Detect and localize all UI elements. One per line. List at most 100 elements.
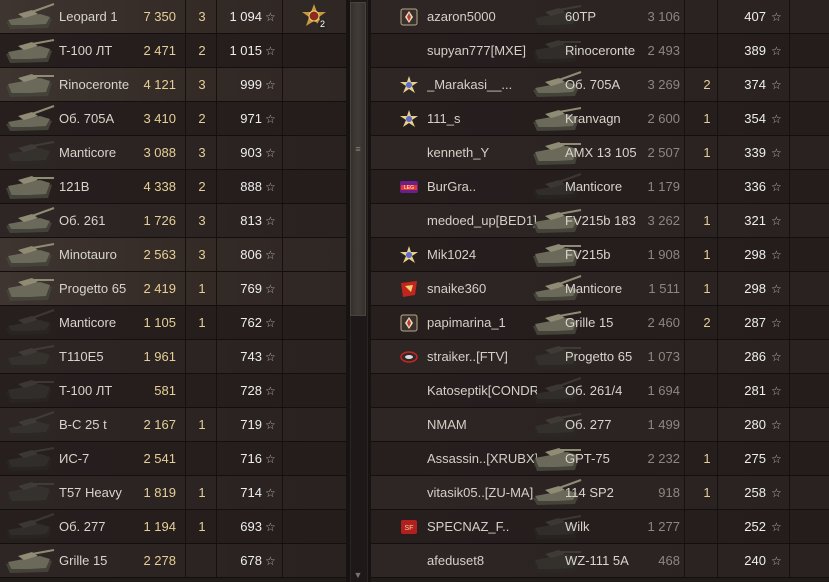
score-value: 287 xyxy=(744,315,766,330)
left-player-row[interactable]: 121B 4 338 2 888 ☆ xyxy=(0,170,346,204)
scroll-thumb[interactable] xyxy=(350,2,366,316)
column-divider xyxy=(282,34,283,67)
battles-count: 2 232 xyxy=(647,451,680,466)
battles-count: 3 262 xyxy=(647,213,680,228)
right-player-row[interactable]: medoed_up[BED1] FV215b 183 3 262 1 321 ☆ xyxy=(371,204,829,238)
tank-name: Об. 261/4 xyxy=(565,383,623,398)
tank-name: Wilk xyxy=(565,519,590,534)
tank-name: Progetto 65 xyxy=(565,349,633,364)
column-divider xyxy=(282,408,283,441)
star-icon: ☆ xyxy=(771,248,782,262)
score-value: 298 xyxy=(744,247,766,262)
tank-name: AMX 13 105 xyxy=(565,145,637,160)
right-player-row[interactable]: Mik1024 FV215b 1 908 1 298 ☆ xyxy=(371,238,829,272)
column-divider xyxy=(216,272,217,305)
battles-count: 2 278 xyxy=(143,553,176,568)
column-divider xyxy=(789,374,790,407)
right-player-row[interactable]: snaike360 Manticore 1 511 1 298 ☆ xyxy=(371,272,829,306)
right-player-row[interactable]: kenneth_Y AMX 13 105 2 507 1 339 ☆ xyxy=(371,136,829,170)
column-divider xyxy=(717,0,718,33)
player-name: BurGra.. xyxy=(427,179,477,194)
star-icon: ☆ xyxy=(265,44,276,58)
right-player-row[interactable]: SF SPECNAZ_F.. Wilk 1 277 252 ☆ xyxy=(371,510,829,544)
column-divider xyxy=(216,340,217,373)
column-divider xyxy=(717,68,718,101)
column-divider xyxy=(717,476,718,509)
left-player-row[interactable]: Об. 277 1 194 1 693 ☆ xyxy=(0,510,346,544)
column-divider xyxy=(282,204,283,237)
scroll-grip-icon[interactable]: ≡ xyxy=(352,145,364,158)
left-player-row[interactable]: Manticore 1 105 1 762 ☆ xyxy=(0,306,346,340)
right-player-row[interactable]: NMAM Об. 277 1 499 280 ☆ xyxy=(371,408,829,442)
star-icon: ☆ xyxy=(771,146,782,160)
column-divider xyxy=(789,170,790,203)
left-player-row[interactable]: T57 Heavy 1 819 1 714 ☆ xyxy=(0,476,346,510)
frags-count: 1 xyxy=(198,485,206,500)
left-player-row[interactable]: B-C 25 t 2 167 1 719 ☆ xyxy=(0,408,346,442)
right-player-row[interactable]: vitasik05..[ZU-MA] 114 SP2 918 1 258 ☆ xyxy=(371,476,829,510)
left-player-row[interactable]: T-100 ЛТ 2 471 2 1 015 ☆ xyxy=(0,34,346,68)
left-player-row[interactable]: Manticore 3 088 3 903 ☆ xyxy=(0,136,346,170)
right-player-row[interactable]: azaron5000 60TP 3 106 407 ☆ xyxy=(371,0,829,34)
flag-badge-icon xyxy=(400,280,418,298)
column-divider xyxy=(185,374,186,407)
left-player-row[interactable]: T110E5 1 961 743 ☆ xyxy=(0,340,346,374)
tank-name: 60TP xyxy=(565,9,597,24)
frags-count: 3 xyxy=(198,77,206,92)
left-player-row[interactable]: ИС-7 2 541 716 ☆ xyxy=(0,442,346,476)
right-player-row[interactable]: 111_s Kranvagn 2 600 1 354 ☆ xyxy=(371,102,829,136)
left-player-row[interactable]: T-100 ЛТ 581 728 ☆ xyxy=(0,374,346,408)
left-player-row[interactable]: Progetto 65 2 419 1 769 ☆ xyxy=(0,272,346,306)
frags-count xyxy=(701,0,713,33)
star-icon: ☆ xyxy=(265,10,276,24)
right-player-row[interactable]: Katoseptik[CONDR] Об. 261/4 1 694 281 ☆ xyxy=(371,374,829,408)
right-player-row[interactable]: papimarina_1 Grille 15 2 460 2 287 ☆ xyxy=(371,306,829,340)
left-player-row[interactable]: Rinoceronte 4 121 3 999 ☆ xyxy=(0,68,346,102)
right-player-row[interactable]: _Marakasi__... Об. 705А 3 269 2 374 ☆ xyxy=(371,68,829,102)
frags-count xyxy=(196,544,208,577)
battles-count: 7 350 xyxy=(143,9,176,24)
tank-name: Об. 261 xyxy=(59,213,106,228)
star-icon: ☆ xyxy=(265,282,276,296)
star-icon: ☆ xyxy=(265,520,276,534)
score-value: 716 xyxy=(240,451,262,466)
column-divider xyxy=(717,442,718,475)
column-divider xyxy=(282,68,283,101)
right-team-table: azaron5000 60TP 3 106 407 ☆ supyan777[MX… xyxy=(371,0,829,582)
battles-count: 1 194 xyxy=(143,519,176,534)
scroll-down-icon[interactable]: ▼ xyxy=(352,570,364,580)
battles-count: 2 471 xyxy=(143,43,176,58)
tank-name: Grille 15 xyxy=(59,553,108,568)
star-icon: ☆ xyxy=(771,78,782,92)
left-player-row[interactable]: Об. 705А 3 410 2 971 ☆ xyxy=(0,102,346,136)
right-player-row[interactable]: supyan777[MXE] Rinoceronte 2 493 389 ☆ xyxy=(371,34,829,68)
ace-medal-icon[interactable]: 2 xyxy=(300,3,328,31)
right-player-row[interactable]: straiker..[FTV] Progetto 65 1 073 286 ☆ xyxy=(371,340,829,374)
star-icon: ☆ xyxy=(771,44,782,58)
left-team-table: Leopard 1 7 350 3 1 094 ☆ 2 T-100 ЛТ 2 4… xyxy=(0,0,346,582)
battles-count: 468 xyxy=(658,553,680,568)
scrollbar[interactable]: ≡ ▼ xyxy=(346,0,371,582)
left-player-row[interactable]: Об. 261 1 726 3 813 ☆ xyxy=(0,204,346,238)
battles-count: 1 908 xyxy=(647,247,680,262)
tank-name: T57 Heavy xyxy=(59,485,122,500)
starburst-badge-icon xyxy=(400,110,418,128)
left-player-row[interactable]: Grille 15 2 278 678 ☆ xyxy=(0,544,346,578)
battles-count: 1 105 xyxy=(143,315,176,330)
star-icon: ☆ xyxy=(265,350,276,364)
column-divider xyxy=(684,102,685,135)
frags-count xyxy=(196,340,208,373)
tank-name: B-C 25 t xyxy=(59,417,107,432)
left-player-row[interactable]: Leopard 1 7 350 3 1 094 ☆ 2 xyxy=(0,0,346,34)
column-divider xyxy=(216,0,217,33)
left-player-row[interactable]: Minotauro 2 563 3 806 ☆ xyxy=(0,238,346,272)
star-icon: ☆ xyxy=(265,180,276,194)
column-divider xyxy=(216,374,217,407)
right-player-row[interactable]: Assassin..[XRUBX] GPT-75 2 232 1 275 ☆ xyxy=(371,442,829,476)
score-value: 714 xyxy=(240,485,262,500)
column-divider xyxy=(185,136,186,169)
right-player-row[interactable]: afeduset8 WZ-111 5A 468 240 ☆ xyxy=(371,544,829,578)
frags-count xyxy=(701,374,713,407)
tank-name: T-100 ЛТ xyxy=(59,43,113,58)
right-player-row[interactable]: LEG BurGra.. Manticore 1 179 336 ☆ xyxy=(371,170,829,204)
